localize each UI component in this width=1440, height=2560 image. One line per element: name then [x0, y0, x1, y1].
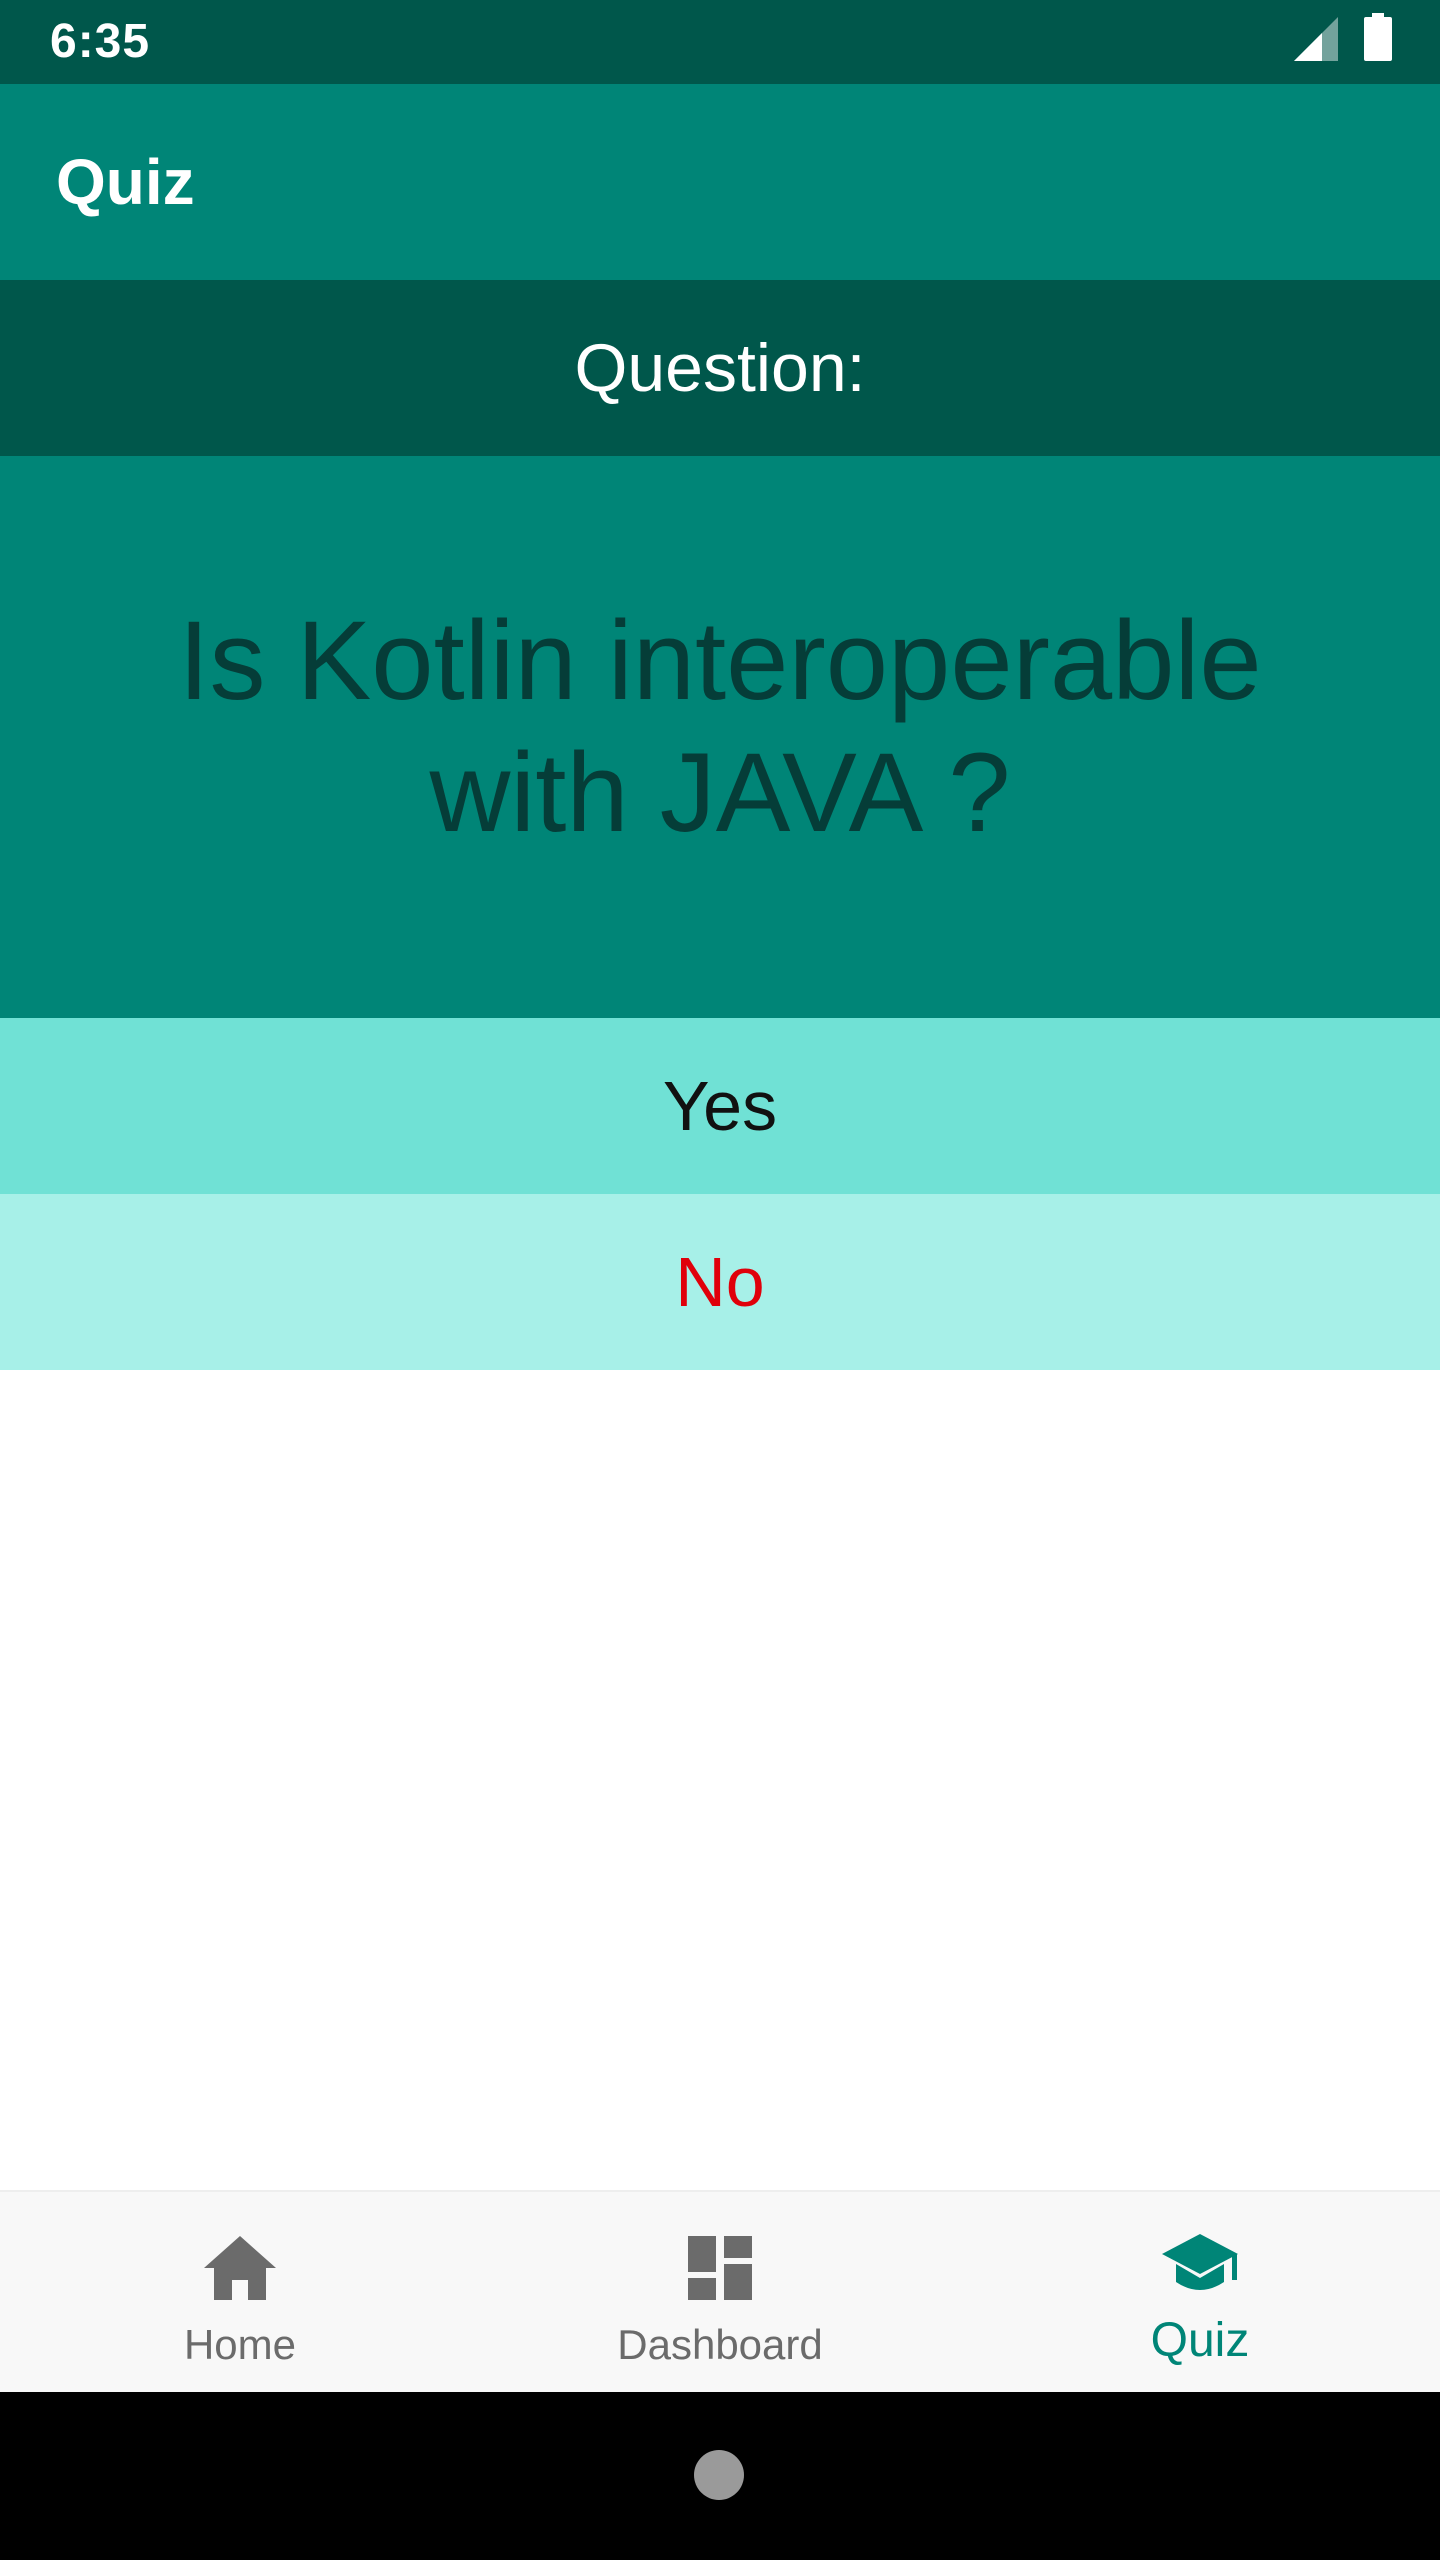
system-home-button[interactable]	[694, 2450, 744, 2500]
question-text: Is Kotlin interoperable with JAVA ?	[178, 598, 1262, 855]
screen: 6:35 Quiz Question: Is Kotlin interopera	[0, 0, 1440, 2560]
status-icons	[1294, 13, 1392, 66]
question-header: Question:	[0, 280, 1440, 456]
battery-icon	[1364, 13, 1392, 66]
home-icon	[200, 2228, 280, 2308]
answer-yes-button[interactable]: Yes	[0, 1018, 1440, 1194]
dashboard-icon	[680, 2228, 760, 2308]
nav-label-quiz: Quiz	[1150, 2314, 1250, 2367]
answer-no-button[interactable]: No	[0, 1194, 1440, 1370]
signal-icon	[1294, 17, 1338, 66]
nav-item-dashboard[interactable]: Dashboard	[480, 2192, 960, 2392]
question-header-label: Question:	[574, 330, 866, 406]
status-time: 6:35	[50, 15, 151, 68]
status-bar: 6:35	[0, 0, 1440, 84]
app-bar: Quiz	[0, 84, 1440, 280]
app-title: Quiz	[56, 146, 195, 218]
nav-label-dashboard: Dashboard	[617, 2321, 823, 2368]
nav-item-quiz[interactable]: Quiz	[960, 2192, 1440, 2392]
bottom-nav: Home Dashboard Quiz	[0, 2190, 1440, 2392]
answer-no-label: No	[675, 1243, 765, 1321]
system-nav-bar	[0, 2392, 1440, 2560]
nav-item-home[interactable]: Home	[0, 2192, 480, 2392]
graduation-cap-icon	[1160, 2228, 1240, 2308]
question-body: Is Kotlin interoperable with JAVA ?	[0, 456, 1440, 1018]
nav-label-home: Home	[183, 2321, 297, 2368]
answer-yes-label: Yes	[662, 1067, 778, 1145]
